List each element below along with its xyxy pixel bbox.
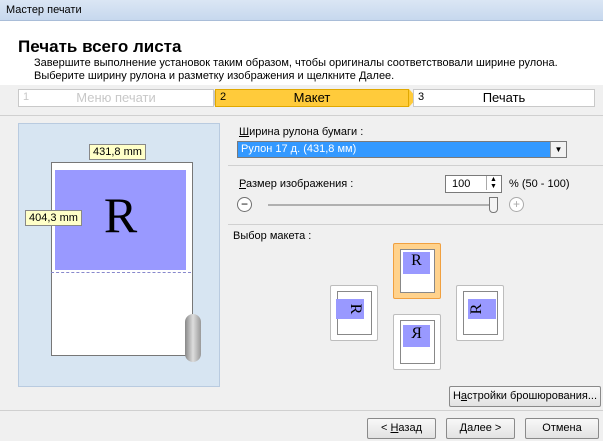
title-bar: Мастер печати bbox=[0, 0, 603, 21]
chevron-down-icon[interactable]: ▼ bbox=[550, 142, 566, 157]
image-size-label-text: азмер изображения : bbox=[245, 178, 354, 190]
image-size-value: 100 bbox=[452, 178, 471, 190]
back-button-text: азад bbox=[398, 422, 422, 434]
step-label: Печать bbox=[482, 90, 526, 105]
layout-letter: R bbox=[336, 299, 364, 319]
binding-button-text: Н bbox=[452, 390, 461, 402]
layout-option-rotate-180[interactable]: R bbox=[393, 314, 441, 370]
layout-choice-label: Выбор макета : bbox=[233, 230, 312, 242]
zoom-in-icon[interactable]: + bbox=[509, 197, 524, 212]
description-line-1: Завершите выполнение установок таким обр… bbox=[34, 57, 558, 69]
layout-letter: R bbox=[403, 252, 430, 274]
layout-option-normal[interactable]: R bbox=[393, 243, 441, 299]
step-label: Меню печати bbox=[76, 90, 156, 105]
wizard-header: Печать всего листа Завершите выполнение … bbox=[0, 21, 603, 85]
layout-preview: R 431,8 mm 404,3 mm bbox=[18, 123, 220, 387]
roll-width-label-text: ирина рулона бумаги : bbox=[249, 126, 364, 138]
step-layout: 2 Макет bbox=[215, 89, 409, 107]
image-size-slider[interactable] bbox=[268, 204, 494, 206]
description-line-2: Выберите ширину рулона и разметку изобра… bbox=[34, 70, 395, 82]
roll-width-label: Ширина рулона бумаги : bbox=[239, 126, 363, 138]
slider-thumb[interactable] bbox=[489, 197, 498, 213]
next-button-accel: Д bbox=[459, 422, 468, 434]
divider bbox=[0, 115, 603, 116]
roll-width-select[interactable]: Рулон 17 д. (431,8 мм) ▼ bbox=[237, 141, 567, 158]
binding-button-text-rest: стройки брошюрования... bbox=[467, 390, 598, 402]
layout-option-rotate-right[interactable]: R bbox=[456, 285, 504, 341]
layout-letter: R bbox=[403, 325, 430, 347]
next-button[interactable]: Далее > bbox=[446, 418, 515, 439]
divider bbox=[228, 165, 603, 166]
divider bbox=[228, 224, 603, 225]
step-print-menu: 1 Меню печати bbox=[18, 89, 214, 107]
image-size-label-accel: Р bbox=[239, 178, 246, 190]
step-label: Макет bbox=[293, 90, 331, 105]
cut-line bbox=[51, 272, 191, 273]
width-dimension-label: 431,8 mm bbox=[89, 144, 146, 160]
step-print: 3 Печать bbox=[413, 89, 595, 107]
layout-letter: R bbox=[468, 299, 496, 319]
image-size-label: Размер изображения : bbox=[239, 178, 353, 190]
wizard-steps: 1 Меню печати 2 Макет 3 Печать bbox=[18, 89, 603, 107]
next-button-text: алее > bbox=[467, 422, 502, 434]
divider bbox=[0, 410, 603, 411]
roll-width-label-accel: Ш bbox=[239, 126, 250, 138]
page-title: Печать всего листа bbox=[18, 37, 182, 56]
page-description: Завершите выполнение установок таким обр… bbox=[34, 57, 594, 83]
paper-roll bbox=[185, 314, 201, 362]
zoom-out-icon[interactable]: − bbox=[237, 197, 252, 212]
image-size-spinner[interactable]: 100 ▲ ▼ bbox=[445, 175, 502, 193]
roll-width-value: Рулон 17 д. (431,8 мм) bbox=[241, 143, 357, 155]
binding-settings-button[interactable]: Настройки брошюрования... bbox=[449, 386, 601, 407]
cancel-button[interactable]: Отмена bbox=[525, 418, 599, 439]
window-title: Мастер печати bbox=[6, 4, 82, 16]
back-button[interactable]: < Назад bbox=[367, 418, 436, 439]
height-dimension-label: 404,3 mm bbox=[25, 210, 82, 226]
image-size-unit: % (50 - 100) bbox=[509, 178, 570, 190]
spinner-arrows-icon[interactable]: ▲ ▼ bbox=[486, 176, 500, 190]
layout-option-rotate-left[interactable]: R bbox=[330, 285, 378, 341]
